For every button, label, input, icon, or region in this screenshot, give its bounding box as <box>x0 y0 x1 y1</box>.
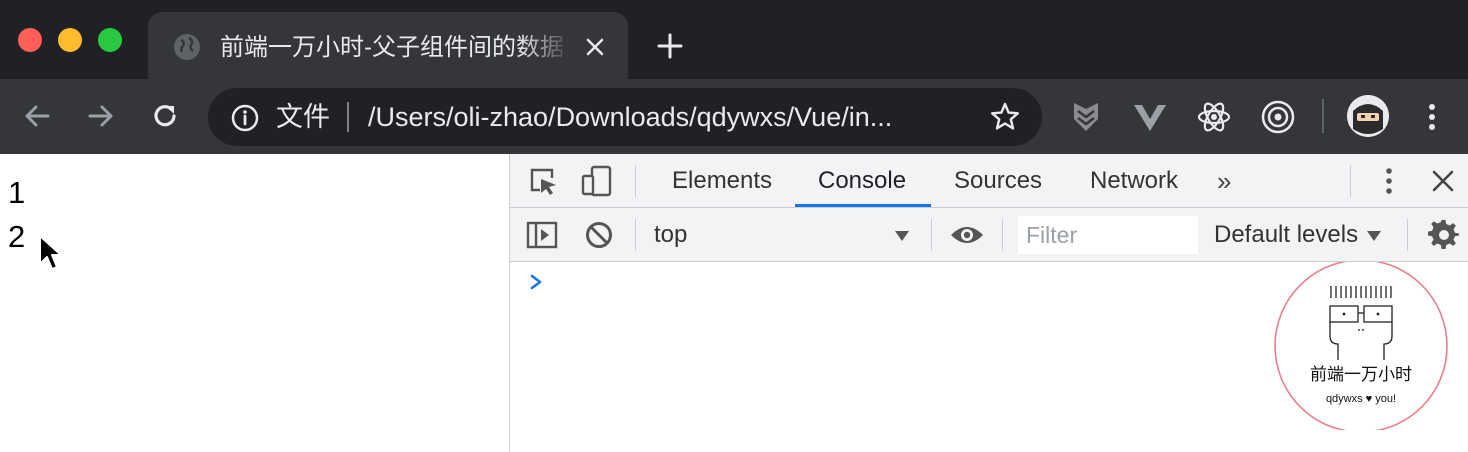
inspect-element-icon[interactable] <box>528 166 558 196</box>
devtools-separator <box>1350 165 1351 197</box>
tab-strip: 前端一万小时-父子组件间的数据 <box>0 0 1468 79</box>
react-devtools-icon[interactable] <box>1194 97 1234 137</box>
devtools-separator <box>1407 219 1408 251</box>
tab-console[interactable]: Console <box>818 154 906 207</box>
devtools-separator <box>931 219 932 251</box>
browser-toolbar: 文件 /Users/oli-zhao/Downloads/qdywxs/Vue/… <box>0 79 1468 154</box>
url-text[interactable]: /Users/oli-zhao/Downloads/qdywxs/Vue/in.… <box>368 101 958 135</box>
devtools-separator <box>1002 219 1003 251</box>
more-tabs-button[interactable]: » <box>1217 163 1231 199</box>
url-scheme-label: 文件 <box>276 102 330 132</box>
address-bar[interactable]: 文件 /Users/oli-zhao/Downloads/qdywxs/Vue/… <box>208 88 1042 146</box>
omnibox-divider <box>347 102 349 132</box>
show-sidebar-icon[interactable] <box>526 220 558 250</box>
context-selector[interactable]: top <box>654 208 890 261</box>
devtools-tab-bar: Elements Console Sources Network » <box>510 154 1468 208</box>
filter-input[interactable] <box>1018 216 1198 254</box>
tab-sources[interactable]: Sources <box>954 154 1042 207</box>
minimize-window-button[interactable] <box>58 28 82 52</box>
new-tab-icon[interactable] <box>654 30 686 62</box>
page-text-line: 1 <box>8 175 26 210</box>
devtools-separator <box>635 165 636 197</box>
back-arrow-icon[interactable] <box>20 99 54 133</box>
clear-console-icon[interactable] <box>584 220 614 250</box>
eye-icon[interactable] <box>949 221 985 249</box>
tab-network[interactable]: Network <box>1090 154 1178 207</box>
browser-menu-icon[interactable] <box>1416 99 1448 135</box>
devtools-menu-icon[interactable] <box>1376 164 1402 198</box>
chevron-down-icon[interactable] <box>894 230 910 242</box>
watermark-subtitle: qdywxs ♥ you! <box>1326 393 1396 405</box>
reload-icon[interactable] <box>148 99 182 133</box>
close-window-button[interactable] <box>18 28 42 52</box>
forward-arrow-icon[interactable] <box>84 99 118 133</box>
chevron-down-icon[interactable] <box>1366 230 1382 242</box>
globe-icon <box>174 34 200 60</box>
tab-title: 前端一万小时-父子组件间的数据 <box>220 34 564 61</box>
devtools-separator <box>635 219 636 251</box>
console-prompt-chevron-icon <box>530 274 542 290</box>
active-tab-indicator <box>795 204 931 207</box>
device-toolbar-icon[interactable] <box>580 164 614 198</box>
devtools-panel: Elements Console Sources Network » top F… <box>509 154 1468 452</box>
shield-extension-icon[interactable] <box>1066 97 1106 137</box>
bookmark-star-icon[interactable] <box>988 100 1022 134</box>
console-toolbar: top Default levels <box>510 208 1468 262</box>
ninja-avatar-icon <box>1347 95 1389 137</box>
maximize-window-button[interactable] <box>98 28 122 52</box>
settings-gear-icon[interactable] <box>1428 219 1460 251</box>
info-icon[interactable] <box>230 103 260 133</box>
log-levels-dropdown[interactable]: Default levels <box>1214 208 1358 261</box>
browser-tab[interactable]: 前端一万小时-父子组件间的数据 <box>148 12 628 79</box>
close-tab-icon[interactable] <box>582 34 608 60</box>
vue-devtools-icon[interactable] <box>1130 97 1170 137</box>
page-viewport: 1 2 <box>0 154 509 452</box>
page-text-line: 2 <box>8 219 26 254</box>
avatar[interactable] <box>1347 95 1389 137</box>
mouse-cursor-icon <box>39 235 62 270</box>
watermark-logo: 前端一万小时 qdywxs ♥ you! <box>1274 262 1448 430</box>
toolbar-separator <box>1322 99 1324 133</box>
target-extension-icon[interactable] <box>1258 97 1298 137</box>
close-devtools-icon[interactable] <box>1430 168 1456 194</box>
tab-elements[interactable]: Elements <box>672 154 772 207</box>
watermark-title: 前端一万小时 <box>1310 365 1412 385</box>
